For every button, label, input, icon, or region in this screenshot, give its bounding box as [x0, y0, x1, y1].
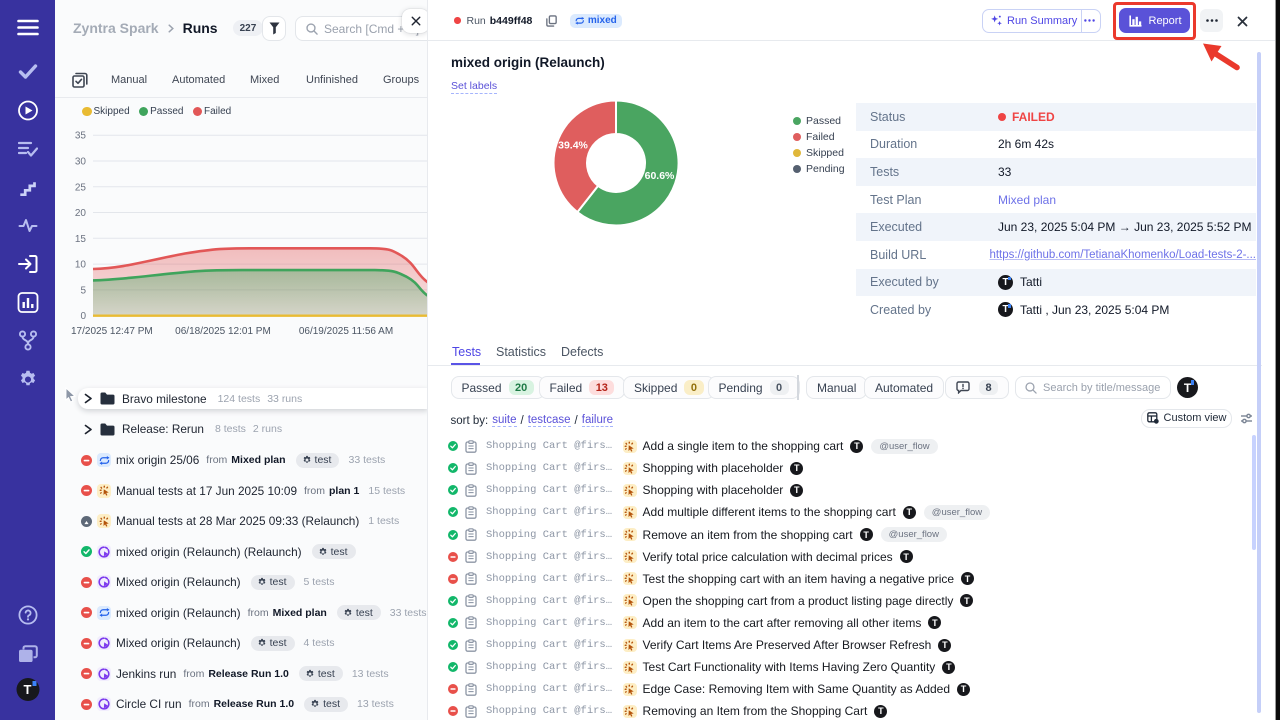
- svg-text:10: 10: [75, 260, 87, 271]
- svg-text:35: 35: [75, 131, 87, 142]
- svg-text:30: 30: [75, 157, 87, 168]
- svg-text:15: 15: [75, 234, 87, 245]
- svg-text:25: 25: [75, 182, 87, 193]
- svg-text:20: 20: [75, 208, 87, 219]
- svg-text:60.6%: 60.6%: [645, 170, 675, 182]
- svg-text:06/19/2025 11:56 AM: 06/19/2025 11:56 AM: [299, 326, 393, 337]
- svg-text:06/18/2025 12:01 PM: 06/18/2025 12:01 PM: [175, 326, 271, 337]
- svg-text:5: 5: [80, 285, 86, 296]
- svg-text:0: 0: [80, 311, 86, 322]
- svg-text:39.4%: 39.4%: [558, 140, 588, 152]
- svg-text:17/2025 12:47 PM: 17/2025 12:47 PM: [71, 326, 153, 337]
